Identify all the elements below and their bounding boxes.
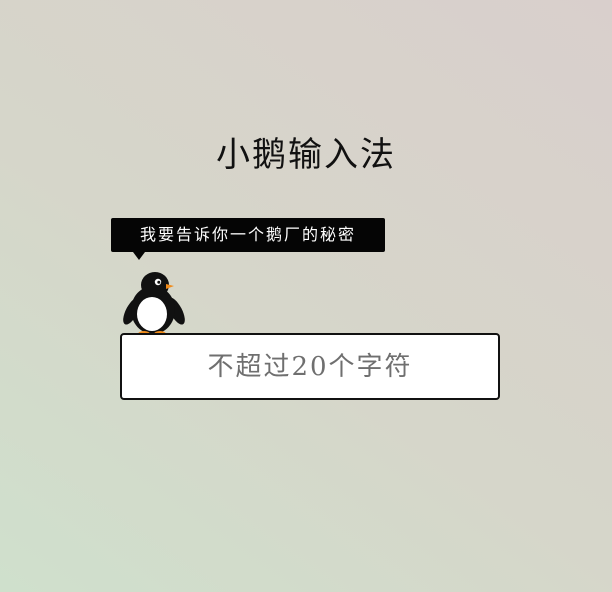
text-input[interactable] — [136, 350, 484, 383]
text-input-container[interactable] — [120, 333, 500, 400]
penguin-icon — [118, 268, 188, 337]
tooltip-text: 我要告诉你一个鹅厂的秘密 — [139, 225, 356, 244]
speech-bubble: 我要告诉你一个鹅厂的秘密 — [111, 218, 385, 260]
page-title: 小鹅输入法 — [216, 135, 396, 175]
